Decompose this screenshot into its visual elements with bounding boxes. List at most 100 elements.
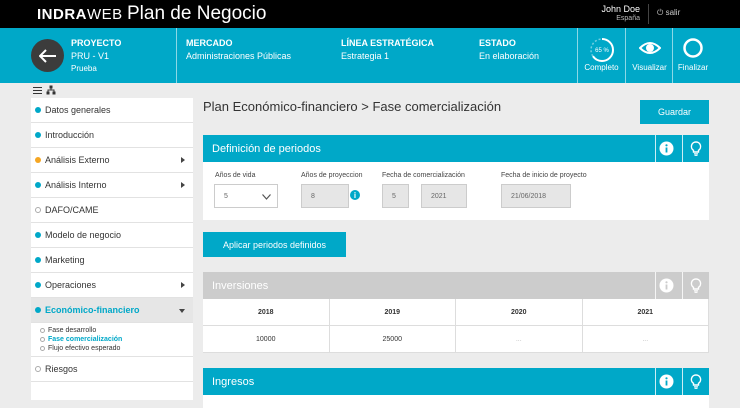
linea-column: LÍNEA ESTRATÉGICA Estrategia 1: [341, 38, 434, 61]
linea-label: LÍNEA ESTRATÉGICA: [341, 38, 435, 48]
chevron-down-icon: [262, 194, 271, 200]
periodos-header: Definición de periodos: [203, 135, 709, 162]
table-cell[interactable]: 25000: [329, 326, 456, 353]
inversiones-panel: Inversiones 2018 2019 2020 2021 10000 25…: [203, 272, 709, 353]
table-cell[interactable]: ...: [582, 326, 709, 353]
back-button[interactable]: [31, 39, 64, 72]
sidebar-item-introduccion[interactable]: Introducción: [31, 123, 193, 148]
inversiones-table: 2018 2019 2020 2021 10000 25000 ... ...: [203, 299, 709, 353]
project-bar: PROYECTO PRU - V1 Prueba MERCADO Adminis…: [0, 28, 740, 83]
progress-ring-icon: 65 %: [589, 38, 614, 62]
status-dot: [35, 257, 41, 263]
info-icon[interactable]: i: [350, 190, 360, 200]
table-cell[interactable]: 10000: [203, 326, 330, 353]
chevron-right-icon: [181, 157, 185, 163]
sidebar-item-modelo-negocio[interactable]: Modelo de negocio: [31, 223, 193, 248]
anos-proyeccion-field: 8: [301, 184, 349, 208]
anos-proyeccion-label: Años de proyeccion: [301, 172, 363, 179]
estado-column: ESTADO En elaboración: [479, 38, 539, 61]
sidebar-item-datos-generales[interactable]: Datos generales: [31, 98, 193, 123]
subitem-flujo-efectivo[interactable]: Flujo efectivo esperado: [40, 344, 193, 353]
indraweb-logo: INDRAWEB: [37, 6, 123, 23]
save-button[interactable]: Guardar: [640, 100, 709, 124]
divider: [682, 368, 683, 395]
fecha-comercializacion-label: Fecha de comercialización: [382, 172, 465, 179]
fecha-inicio-field: 21/06/2018: [501, 184, 571, 208]
mercado-value: Administraciones Públicas: [186, 51, 292, 61]
subitem-fase-desarrollo[interactable]: Fase desarrollo: [40, 326, 193, 335]
tree-icon[interactable]: [46, 85, 56, 95]
sidebar-item-marketing[interactable]: Marketing: [31, 248, 193, 273]
ingresos-title: Ingresos: [212, 375, 255, 388]
completo-percent: 65 %: [595, 48, 609, 54]
proyecto-label: PROYECTO: [71, 38, 122, 48]
apply-periods-button[interactable]: Aplicar periodos definidos: [203, 232, 346, 257]
power-icon: ⏻: [657, 8, 664, 17]
status-dot: [35, 232, 41, 238]
sidebar-item-analisis-interno[interactable]: Análisis Interno: [31, 173, 193, 198]
user-country: España: [616, 15, 640, 22]
user-info[interactable]: John Doe España: [580, 4, 640, 22]
proyecto-name: Prueba: [71, 64, 97, 73]
periodos-panel: Definición de periodos Años de vida 5 Añ…: [203, 135, 709, 220]
fecha-comercializacion-num: 5: [392, 192, 396, 200]
fecha-inicio-label: Fecha de inicio de proyecto: [501, 172, 587, 179]
logout-button[interactable]: ⏻ salir: [657, 8, 680, 18]
fecha-comercializacion-num-field: 5: [382, 184, 409, 208]
sidebar-item-economico-financiero[interactable]: Económico-financiero: [31, 298, 193, 323]
fecha-inicio-value: 21/06/2018: [511, 192, 547, 200]
visualizar-button[interactable]: Visualizar: [626, 28, 673, 83]
status-dot: [35, 132, 41, 138]
lightbulb-icon[interactable]: [690, 278, 702, 293]
info-icon[interactable]: [659, 141, 674, 156]
status-dot: [40, 346, 45, 351]
sidebar-item-analisis-externo[interactable]: Análisis Externo: [31, 148, 193, 173]
lightbulb-icon[interactable]: [690, 374, 702, 389]
lightbulb-icon[interactable]: [690, 141, 702, 156]
sidebar-toolbar: [31, 83, 193, 98]
inversiones-header: Inversiones: [203, 272, 709, 299]
proyecto-code: PRU - V1: [71, 51, 110, 61]
anos-vida-select[interactable]: 5: [214, 184, 278, 208]
page-title: Plan Económico-financiero > Fase comerci…: [203, 99, 502, 114]
sidebar-item-riesgos[interactable]: Riesgos: [31, 357, 193, 382]
sidebar-item-operaciones[interactable]: Operaciones: [31, 273, 193, 298]
status-dot: [40, 337, 45, 342]
mercado-column: MERCADO Administraciones Públicas: [186, 38, 291, 61]
anos-proyeccion-value: 8: [311, 192, 315, 200]
column-header: 2018: [203, 299, 330, 326]
finalizar-button[interactable]: Finalizar: [673, 28, 713, 83]
eye-icon: [638, 42, 661, 54]
fecha-comercializacion-year: 2021: [431, 192, 447, 200]
estado-value: En elaboración: [479, 51, 540, 61]
completo-label: Completo: [584, 63, 619, 72]
user-name: John Doe: [601, 4, 640, 14]
status-dot: [35, 366, 41, 372]
info-icon[interactable]: [659, 374, 674, 389]
divider: [682, 135, 683, 162]
periodos-title: Definición de periodos: [212, 142, 321, 155]
status-dot: [35, 182, 41, 188]
estado-label: ESTADO: [479, 38, 516, 48]
status-dot: [35, 307, 41, 313]
sidebar-item-dafo-came[interactable]: DAFO/CAME: [31, 198, 193, 223]
logout-label: salir: [665, 8, 681, 17]
chevron-down-icon: [179, 309, 185, 313]
divider: [655, 135, 656, 162]
circle-icon: [683, 38, 703, 58]
top-bar: INDRAWEB Plan de Negocio John Doe España…: [0, 0, 740, 28]
divider: [655, 272, 656, 299]
linea-value: Estrategia 1: [341, 51, 390, 61]
divider: [176, 28, 177, 83]
chevron-right-icon: [181, 182, 185, 188]
anos-vida-value: 5: [224, 192, 228, 200]
menu-icon[interactable]: [33, 87, 42, 94]
ingresos-header: Ingresos: [203, 368, 709, 395]
info-icon[interactable]: [659, 278, 674, 293]
proyecto-column: PROYECTO PRU - V1 Prueba: [71, 38, 121, 73]
fecha-comercializacion-year-field: 2021: [421, 184, 467, 208]
table-cell[interactable]: ...: [456, 326, 583, 353]
status-dot: [35, 157, 41, 163]
completo-button[interactable]: 65 % Completo: [578, 28, 625, 83]
subitem-fase-comercializacion[interactable]: Fase comercialización: [40, 335, 193, 344]
